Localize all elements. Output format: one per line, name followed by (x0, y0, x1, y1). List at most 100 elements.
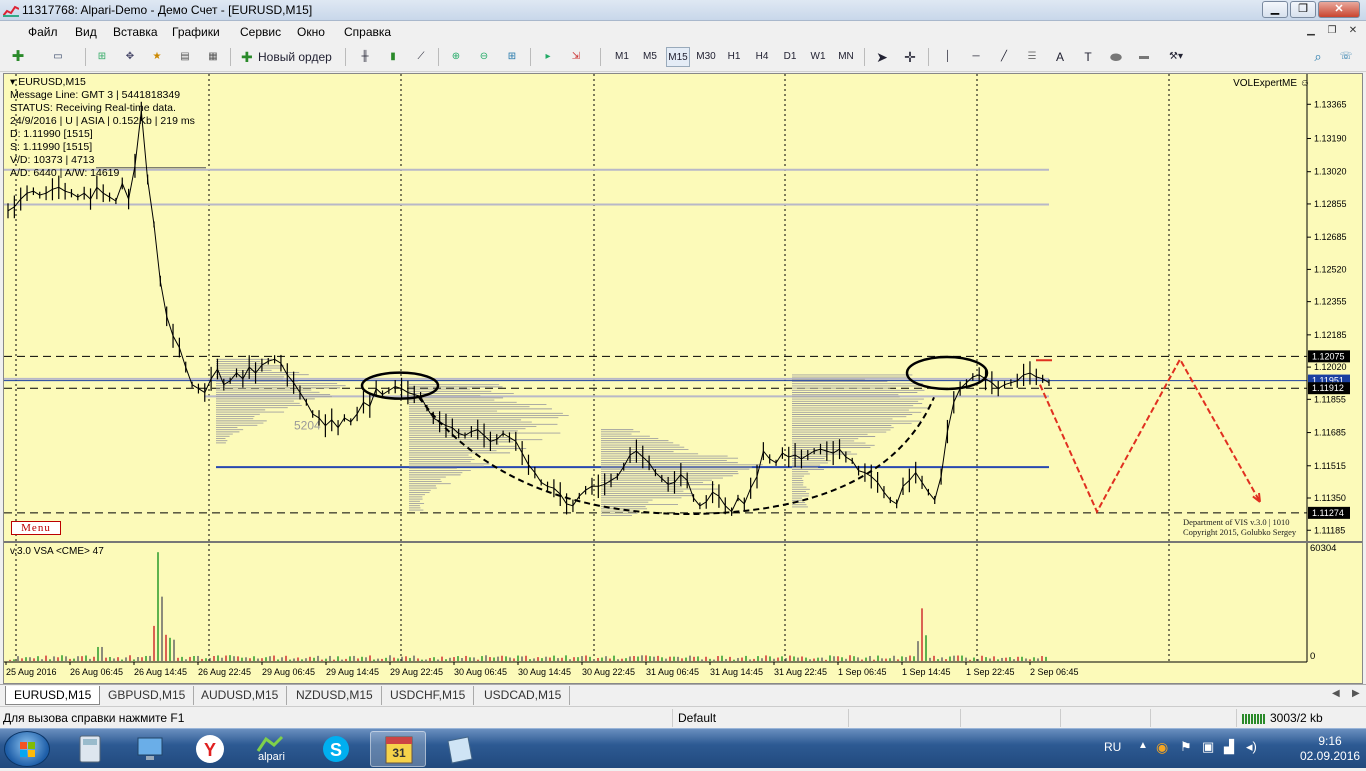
time-tick-label: 26 Aug 06:45 (70, 667, 123, 677)
ellipse-tool-icon[interactable]: ⬬ (1106, 47, 1126, 67)
time-tick-label: 30 Aug 14:45 (518, 667, 571, 677)
alpari-label: alpari (258, 751, 285, 763)
ellipse-left (360, 371, 440, 400)
language-indicator[interactable]: RU (1104, 740, 1121, 754)
indicator-menu-button[interactable]: Menu (11, 521, 61, 535)
tf-h4[interactable]: H4 (750, 47, 774, 67)
price-tick-label: 1.12685 (1314, 232, 1347, 242)
taskbar-alpari[interactable]: alpari (244, 731, 300, 767)
subwindow-min: 0 (1310, 651, 1316, 662)
time-tick-label: 29 Aug 06:45 (262, 667, 315, 677)
candlestick-icon[interactable]: ▮ (383, 47, 403, 67)
menu-charts[interactable]: Графики (172, 25, 220, 39)
chart-canvas[interactable]: 5204 1.13365 1.13190 1.13020 1.12855 1.12685… (4, 74, 1362, 683)
tab-eurusd[interactable]: EURUSD,M15 (5, 686, 101, 705)
text-label-icon[interactable]: T (1078, 47, 1098, 67)
info-line: S: 1.11990 [1515] (10, 141, 93, 153)
taskbar-calendar[interactable]: 31 (370, 731, 426, 767)
tf-mn[interactable]: MN (834, 47, 858, 67)
connection-status-icon[interactable] (1242, 712, 1266, 724)
taskbar-notes[interactable] (432, 731, 488, 767)
volume-icon[interactable]: ◂) (1246, 739, 1257, 755)
zoom-out-icon[interactable]: ⊖ (474, 47, 494, 67)
navigator-icon[interactable]: ✥ (120, 47, 140, 67)
clock[interactable]: 9:16 02.09.2016 (1300, 734, 1360, 764)
minimize-button[interactable]: ▁ (1262, 1, 1288, 18)
time-tick-label: 1 Sep 22:45 (966, 667, 1015, 677)
tile-windows-icon[interactable]: ⊞ (502, 47, 522, 67)
tf-h1[interactable]: H1 (722, 47, 746, 67)
chart-tabs: EURUSD,M15 GBPUSD,M15 AUDUSD,M15 NZDUSD,… (0, 684, 1366, 706)
autoscroll-icon[interactable]: ▸ (538, 47, 558, 67)
device-icon[interactable]: ▣ (1202, 739, 1214, 755)
horizontal-line-icon[interactable]: ─ (966, 47, 986, 67)
tray-app-icon[interactable]: ◉ (1156, 739, 1168, 756)
menu-tools[interactable]: Сервис (240, 25, 281, 39)
mdi-restore-icon[interactable]: ❐ (1323, 24, 1341, 39)
flag-icon[interactable]: ⚑ (1180, 739, 1192, 755)
price-tick-label: 1.11855 (1314, 394, 1346, 404)
tab-scroll-left-icon[interactable]: ◀ (1332, 688, 1340, 699)
rectangle-tool-icon[interactable]: ▬ (1134, 47, 1154, 67)
tf-m30[interactable]: M30 (694, 47, 718, 67)
taskbar-calculator[interactable] (62, 731, 118, 767)
cursor-icon[interactable]: ➤ (872, 47, 892, 67)
start-button[interactable] (4, 731, 50, 767)
favorites-icon[interactable]: ★ (147, 47, 167, 67)
menu-view[interactable]: Вид (75, 25, 97, 39)
taskbar-computer[interactable] (122, 731, 178, 767)
fibonacci-icon[interactable]: ☰ (1022, 47, 1042, 67)
tf-m15[interactable]: M15 (666, 47, 690, 67)
mdi-close-icon[interactable]: ✕ (1344, 24, 1362, 39)
info-line: Message Line: GMT 3 | 5441818349 (10, 89, 181, 101)
line-chart-icon[interactable]: ⟋ (411, 47, 431, 67)
price-axis: 1.13365 1.13190 1.13020 1.12855 1.12685 1.125… (1306, 74, 1347, 662)
tf-w1[interactable]: W1 (806, 47, 830, 67)
vertical-line-icon[interactable]: │ (938, 47, 958, 67)
search-icon[interactable]: ⌕ (1308, 47, 1328, 67)
zoom-in-icon[interactable]: ⊕ (446, 47, 466, 67)
new-order-button[interactable]: ✚ Новый ордер (238, 47, 338, 67)
menu-file[interactable]: Файл (28, 25, 58, 39)
chart-shift-icon[interactable]: ⇲ (566, 47, 586, 67)
network-icon[interactable]: ▟ (1224, 739, 1234, 755)
close-button[interactable]: ✕ (1318, 1, 1360, 18)
menu-insert[interactable]: Вставка (113, 25, 158, 39)
tab-usdchf[interactable]: USDCHF,M15 (382, 686, 475, 705)
terminal-icon[interactable]: ▤ (175, 47, 195, 67)
market-watch-icon[interactable]: ⊞ (92, 47, 112, 67)
menu-window[interactable]: Окно (297, 25, 325, 39)
tf-m5[interactable]: M5 (638, 47, 662, 67)
bar-chart-icon[interactable]: ╫ (355, 47, 375, 67)
tester-icon[interactable]: ▦ (203, 47, 223, 67)
ellipse-right (905, 355, 989, 391)
symbol-header: ▾ EURUSD,M15 (10, 76, 86, 88)
tray-expand-icon[interactable]: ▲ (1138, 740, 1148, 751)
taskbar-yandex[interactable]: Y (182, 731, 238, 767)
tab-audusd[interactable]: AUDUSD,M15 (193, 686, 288, 705)
profiles-icon[interactable]: ▭ (48, 47, 68, 67)
price-tick-label: 1.13365 (1314, 99, 1347, 109)
price-label: 1.12075 (1312, 351, 1345, 361)
new-chart-icon[interactable]: ✚ (8, 47, 28, 67)
restore-button[interactable]: ❐ (1290, 1, 1316, 18)
tf-m1[interactable]: M1 (610, 47, 634, 67)
crosshair-icon[interactable]: ✛ (900, 47, 920, 67)
community-icon[interactable]: ☏ (1336, 47, 1356, 67)
trendline-icon[interactable]: ╱ (994, 47, 1014, 67)
windows-logo-icon (20, 742, 35, 757)
chart-window[interactable]: 5204 1.13365 1.13190 1.13020 1.12855 1.12685… (3, 73, 1363, 684)
menu-help[interactable]: Справка (344, 25, 391, 39)
tab-usdcad[interactable]: USDCAD,M15 (476, 686, 571, 705)
title-bar: 11317768: Alpari-Demo - Демо Счет - [EUR… (0, 0, 1366, 21)
tab-gbpusd[interactable]: GBPUSD,M15 (100, 686, 195, 705)
taskbar-skype[interactable]: S (308, 731, 364, 767)
text-tool-icon[interactable]: A (1050, 47, 1070, 67)
more-objects-icon[interactable]: ⚒▾ (1166, 47, 1186, 67)
price-tick-label: 1.12020 (1314, 362, 1347, 372)
status-traffic: 3003/2 kb (1270, 711, 1323, 725)
mdi-minimize-icon[interactable]: ▁ (1302, 24, 1320, 39)
tab-nzdusd[interactable]: NZDUSD,M15 (288, 686, 382, 705)
tab-scroll-right-icon[interactable]: ▶ (1352, 688, 1360, 699)
tf-d1[interactable]: D1 (778, 47, 802, 67)
